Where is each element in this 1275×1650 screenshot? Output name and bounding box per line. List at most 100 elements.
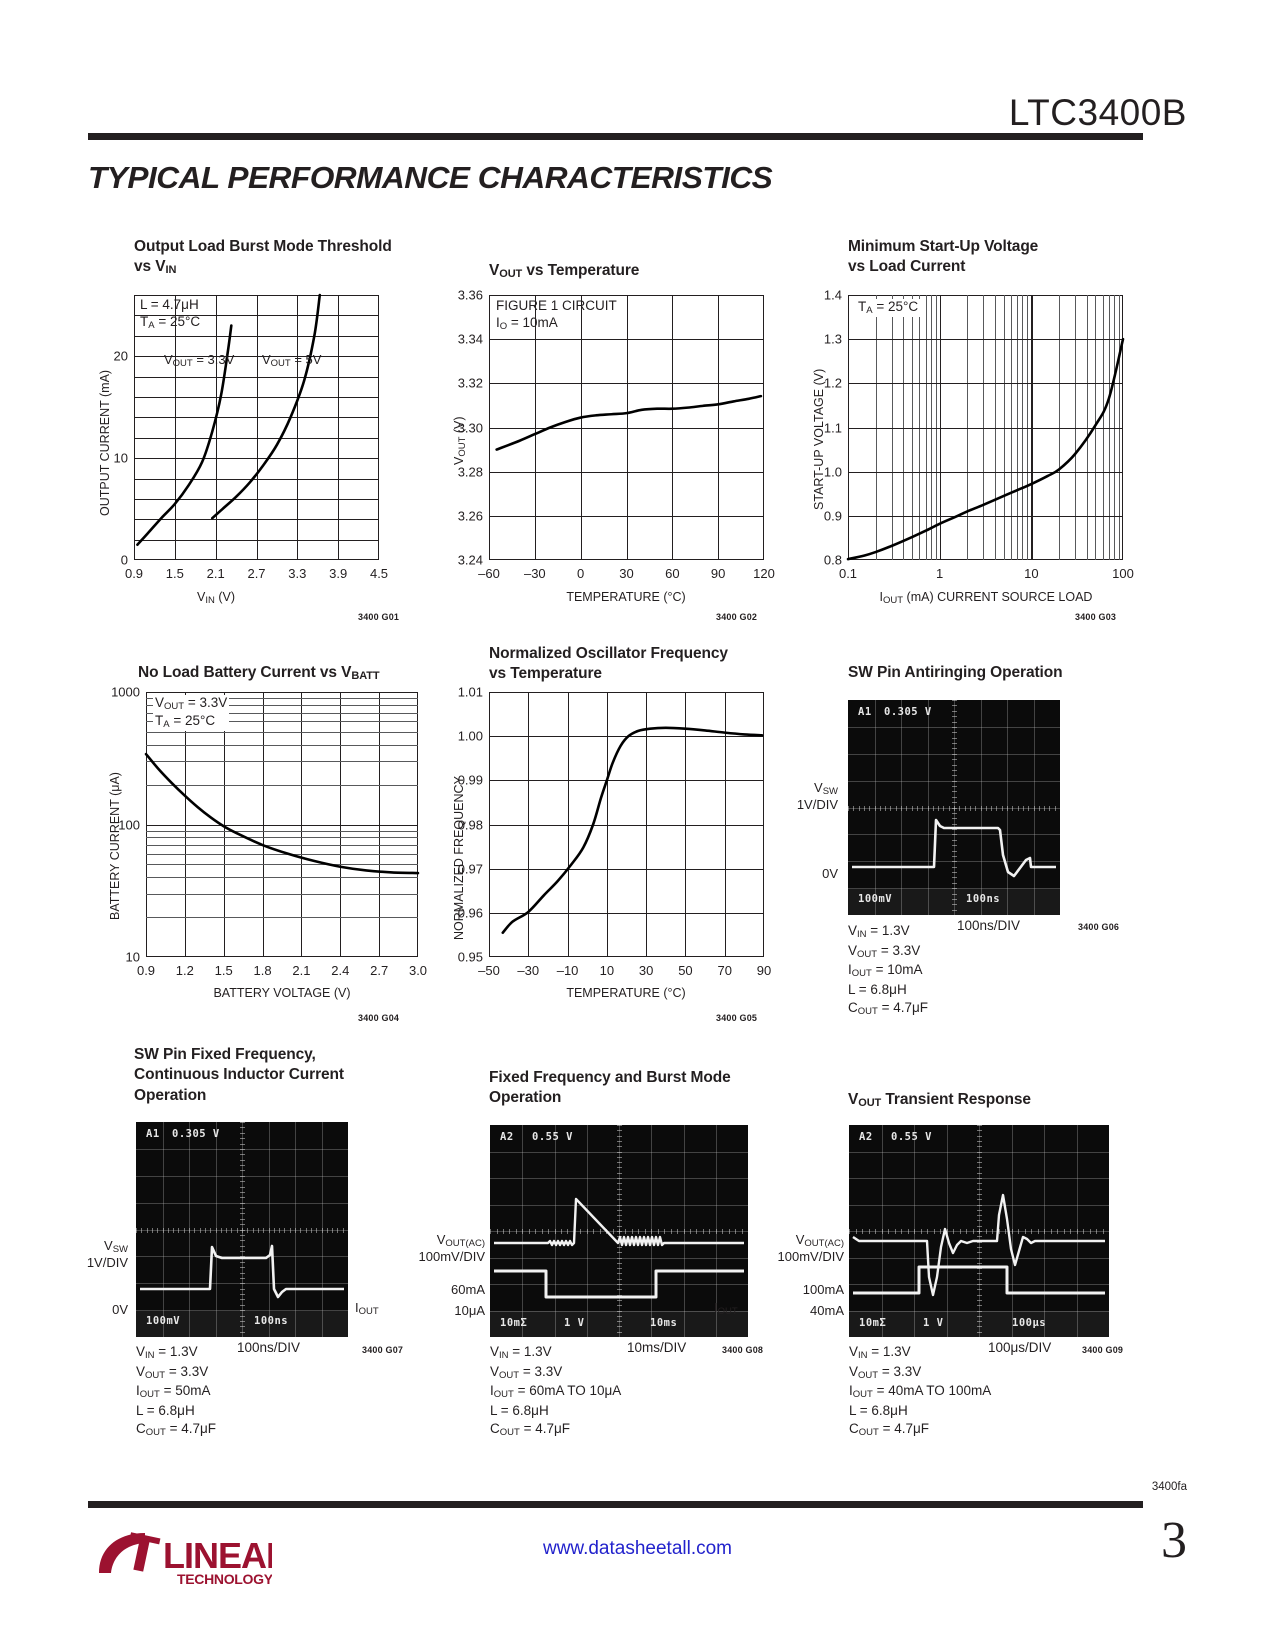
chart-g02-title: VOUT vs Temperature <box>489 262 640 280</box>
scope-g09-photo: A2 0.55 V 10mƩ 1 V 100μs <box>849 1125 1109 1337</box>
scope-osd-left: 10mƩ <box>859 1317 887 1329</box>
y-tick-label: 0.95 <box>457 949 483 965</box>
chart-g05-title: Normalized Oscillator Frequency vs Tempe… <box>489 645 728 683</box>
x-tick-label: 2.7 <box>370 963 389 978</box>
scope-g07-photo: A1 0.305 V 100mV 100ns <box>136 1122 348 1337</box>
scope-g08-trace-label: VOUT(AC) 100mV/DIV <box>418 1232 485 1265</box>
scope-osd-channel: A2 <box>500 1131 514 1143</box>
scope-g06-title: SW Pin Antiringing Operation <box>848 664 1063 681</box>
x-tick-label: –30 <box>523 566 546 581</box>
scope-g07-title: SW Pin Fixed Frequency, Continuous Induc… <box>134 1046 344 1104</box>
x-tick-label: 0.1 <box>838 566 858 581</box>
scope-osd-value: 0.305 V <box>172 1128 220 1140</box>
x-tick-label: 0.9 <box>136 963 156 978</box>
website-link[interactable]: www.datasheetall.com <box>0 1538 1275 1560</box>
y-tick-label: 3.34 <box>457 331 483 347</box>
x-tick-label: 3.0 <box>408 963 428 978</box>
y-tick-label: 3.32 <box>457 375 483 391</box>
x-tick-label: –50 <box>478 963 500 978</box>
scope-g08-iout-lo: 10μA <box>454 1303 485 1318</box>
g06-graph-number: 3400 G06 <box>1078 922 1120 932</box>
scope-g07-zero-label: 0V <box>112 1302 128 1317</box>
scope-osd-channel: A1 <box>146 1128 160 1140</box>
x-tick-label: 30 <box>619 566 634 581</box>
plot-g03: TA = 25°C <box>846 295 1125 561</box>
x-tick-label: 100 <box>1112 566 1134 581</box>
x-tick-label: 90 <box>756 963 772 978</box>
scope-osd-left: 100mV <box>146 1315 181 1327</box>
scope-g06: SW Pin Antiringing Operation <box>848 663 1063 683</box>
scope-trace <box>494 1197 744 1299</box>
scope-g09-iout-lo: 40mA <box>810 1303 844 1318</box>
section-title: TYPICAL PERFORMANCE CHARACTERISTICS <box>88 160 773 195</box>
plot-conditions: FIGURE 1 CIRCUIT IO = 10mA <box>496 298 617 332</box>
x-tick-label: 1.2 <box>175 963 194 978</box>
scope-osd-right: 10ms <box>650 1317 678 1329</box>
scope-g07-trace-label: VSW 1V/DIV <box>86 1238 128 1271</box>
g04-graph-number: 3400 G04 <box>358 1013 400 1023</box>
scope-g06-timebase: 100ns/DIV <box>957 918 1021 933</box>
scope-g09-conditions: VIN = 1.3V VOUT = 3.3V IOUT = 40mA TO 10… <box>849 1344 992 1438</box>
scope-osd-left: 10mƩ <box>500 1317 528 1329</box>
y-tick-label: 20 <box>113 348 128 364</box>
x-tick-label: 0 <box>577 566 585 581</box>
g05-x-axis-label: TEMPERATURE (°C) <box>566 986 686 1000</box>
x-tick-label: 1.5 <box>214 963 233 978</box>
g04-y-axis-label: BATTERY CURRENT (μA) <box>108 772 122 920</box>
g02-graph-number: 3400 G02 <box>716 612 758 622</box>
x-tick-label: 0.9 <box>124 566 144 581</box>
y-tick-label: 0 <box>120 552 128 568</box>
scope-g08-conditions: VIN = 1.3V VOUT = 3.3V IOUT = 60mA TO 10… <box>490 1344 622 1438</box>
x-tick-label: 10 <box>1024 566 1039 581</box>
x-tick-label: 2.1 <box>206 566 225 581</box>
chart-g02: VOUT vs Temperature <box>489 261 639 282</box>
scope-g07: SW Pin Fixed Frequency, Continuous Induc… <box>134 1045 344 1106</box>
g03-y-axis-label: START-UP VOLTAGE (V) <box>812 368 826 510</box>
scope-g06-conditions: VIN = 1.3V VOUT = 3.3V IOUT = 10mA L = 6… <box>848 923 928 1017</box>
g02-x-axis-label: TEMPERATURE (°C) <box>566 590 686 604</box>
y-tick-label: 1.00 <box>457 728 483 744</box>
scope-osd-value: 0.55 V <box>532 1131 573 1143</box>
scope-osd-channel: A1 <box>858 706 872 718</box>
footer-rule <box>88 1501 1143 1508</box>
x-tick-label: 30 <box>638 963 654 978</box>
x-tick-label: 2.1 <box>292 963 311 978</box>
chart-g01-title: Output Load Burst Mode Threshold vs VIN <box>134 238 392 277</box>
x-tick-label: 2.7 <box>247 566 266 581</box>
scope-g08: Fixed Frequency and Burst Mode Operation <box>489 1068 731 1109</box>
plot-curves <box>501 726 764 935</box>
plot-conditions: L = 4.7μH TA = 25°C <box>140 297 201 331</box>
y-tick-label: 1.01 <box>457 684 483 700</box>
scope-g08-iout-hi: 60mA <box>451 1282 485 1297</box>
y-tick-label: 3.28 <box>457 464 483 480</box>
g08-graph-number: 3400 G08 <box>722 1345 764 1355</box>
scope-trace <box>852 1193 1105 1297</box>
curve-label-33v: VOUT = 3.3V <box>164 352 235 369</box>
scope-osd-value: 0.55 V <box>891 1131 932 1143</box>
datasheet-page: LTC3400B TYPICAL PERFORMANCE CHARACTERIS… <box>0 0 1275 1650</box>
chart-g03-title: Minimum Start-Up Voltage vs Load Current <box>848 238 1039 276</box>
revision-code: 3400fa <box>1151 1481 1187 1493</box>
y-tick-label: 10 <box>125 949 140 965</box>
scope-g09-trace-label: VOUT(AC) 100mV/DIV <box>777 1232 844 1265</box>
y-tick-label: 0.9 <box>823 508 842 524</box>
plot-curves <box>136 293 322 547</box>
scope-g08-photo: A2 0.55 V 10mƩ 1 V 10ms <box>490 1125 748 1337</box>
scope-osd-left: 100mV <box>858 893 893 905</box>
x-tick-label: 1.5 <box>165 566 184 581</box>
header-rule <box>88 133 1143 140</box>
g03-graph-number: 3400 G03 <box>1075 612 1117 622</box>
plot-curves <box>846 337 1125 561</box>
scope-g07-conditions: VIN = 1.3V VOUT = 3.3V IOUT = 50mA L = 6… <box>136 1344 216 1438</box>
y-tick-label: 1.4 <box>823 287 842 303</box>
x-tick-label: 2.4 <box>331 963 350 978</box>
scope-g07-timebase: 100ns/DIV <box>237 1340 301 1355</box>
x-tick-label: –60 <box>478 566 500 581</box>
scope-osd-right: 100μs <box>1012 1317 1047 1329</box>
page-number: 3 <box>1161 1512 1187 1569</box>
scope-osd-mid: 1 V <box>564 1317 585 1329</box>
chart-g01: Output Load Burst Mode Threshold vs VIN <box>134 237 392 278</box>
x-tick-label: 4.5 <box>369 566 389 581</box>
g01-y-axis-label: OUTPUT CURRENT (mA) <box>98 369 112 516</box>
y-tick-label: 1.3 <box>823 331 842 347</box>
